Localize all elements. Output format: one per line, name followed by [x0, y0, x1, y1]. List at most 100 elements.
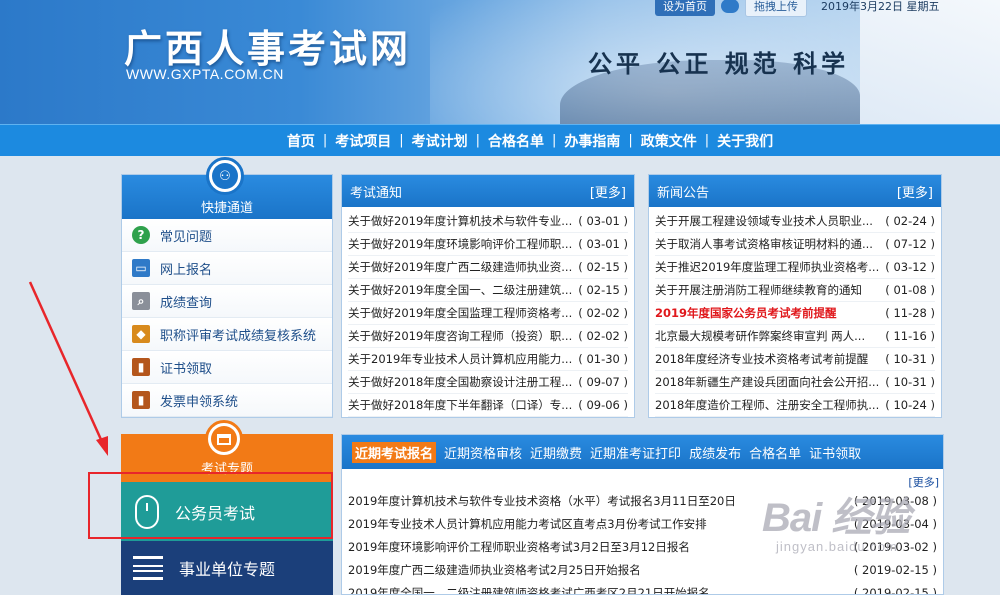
list-item[interactable]: 关于取消人事考试资格审核证明材料的通... ( 07-12 ): [655, 233, 935, 256]
quick-item-label: 职称评审考试成绩复核系统: [160, 328, 317, 344]
list-item[interactable]: 2018年新疆生产建设兵团面向社会公开招... ( 10-31 ): [655, 371, 935, 394]
nav-policy[interactable]: 政策文件: [641, 131, 697, 151]
nav-about[interactable]: 关于我们: [717, 131, 773, 151]
exam-tab-0[interactable]: 近期考试报名: [352, 441, 437, 463]
news-panel: 新闻公告 [更多] 关于开展工程建设领域专业技术人员职业... ( 02-24 )…: [648, 174, 942, 418]
drag-upload-button[interactable]: 拖拽上传: [745, 0, 807, 17]
list-item-title: 关于做好2019年度环境影响评价工程师职...: [348, 237, 573, 251]
exam-tab-4[interactable]: 成绩发布: [689, 443, 741, 462]
exam-tab-2[interactable]: 近期缴费: [530, 443, 582, 462]
site-slogan: 公平 公正 规范 科学: [588, 49, 850, 78]
shield-icon: ◆: [132, 325, 150, 343]
exam-notices-panel: 考试通知 [更多] 关于做好2019年度计算机技术与软件专业... ( 03-01…: [341, 174, 635, 418]
question-icon: ?: [132, 226, 150, 244]
list-item-title: 关于推迟2019年度监理工程师执业资格考...: [655, 260, 880, 274]
site-url: WWW.GXPTA.COM.CN: [126, 66, 284, 82]
magnifier-icon: ⌕: [132, 292, 150, 310]
list-item[interactable]: 关于做好2019年度广西二级建造师执业资... ( 02-15 ): [348, 256, 628, 279]
exam-item-title: 2019年度环境影响评价工程师职业资格考试3月2日至3月12日报名: [348, 539, 690, 554]
list-item-date: ( 07-12 ): [885, 237, 935, 251]
list-item-date: ( 02-24 ): [885, 214, 935, 228]
list-item-date: ( 02-02 ): [578, 306, 628, 320]
list-item-title: 关于做好2019年度全国一、二级注册建筑...: [348, 283, 573, 297]
list-item-title: 关于2019年专业技术人员计算机应用能力...: [348, 352, 573, 366]
list-item-title: 关于做好2019年度咨询工程师（投资）职...: [348, 329, 573, 343]
list-item-title: 关于取消人事考试资格审核证明材料的通...: [655, 237, 873, 251]
cloud-upload-icon: [721, 0, 739, 13]
book-icon: ▮: [132, 391, 150, 409]
list-item[interactable]: 2019年度国家公务员考试考前提醒 ( 11-28 ): [655, 302, 935, 325]
nav-home[interactable]: 首页: [287, 131, 315, 151]
exam-item-title: 2019年专业技术人员计算机应用能力考试区直考点3月份考试工作安排: [348, 516, 707, 531]
list-item-date: ( 02-15 ): [578, 283, 628, 297]
list-item-title: 关于开展工程建设领域专业技术人员职业...: [655, 214, 873, 228]
nav-guide[interactable]: 办事指南: [564, 131, 620, 151]
quick-item-label: 常见问题: [160, 229, 213, 245]
list-item-date: ( 11-16 ): [885, 329, 935, 343]
list-item-date: ( 01-08 ): [885, 283, 935, 297]
exam-notices-more-link[interactable]: [更多]: [590, 182, 626, 201]
list-item[interactable]: 关于做好2019年度全国一、二级注册建筑... ( 02-15 ): [348, 279, 628, 302]
nav-qualified-list[interactable]: 合格名单: [488, 131, 544, 151]
exam-item-date: ( 2019-02-15 ): [853, 562, 937, 577]
exam-tab-1[interactable]: 近期资格审核: [444, 443, 522, 462]
exam-list-item[interactable]: 2019年度广西二级建造师执业资格考试2月25日开始报名 ( 2019-02-15…: [342, 558, 943, 581]
main-nav: 首页 | 考试项目 | 考试计划 | 合格名单 | 办事指南 | 政策文件 | …: [0, 124, 1000, 156]
nav-exam-items[interactable]: 考试项目: [335, 131, 391, 151]
list-item-date: ( 03-12 ): [885, 260, 935, 274]
exam-item-date: ( 2019-02-15 ): [853, 585, 937, 595]
quick-item-1[interactable]: ▭ 网上报名: [122, 252, 332, 285]
list-item[interactable]: 2018年度造价工程师、注册安全工程师执... ( 10-24 ): [655, 394, 935, 417]
list-item-title: 2018年度造价工程师、注册安全工程师执...: [655, 398, 880, 412]
list-item[interactable]: 2018年度经济专业技术资格考试考前提醒 ( 10-31 ): [655, 348, 935, 371]
quick-channel-title: 快捷通道: [200, 201, 253, 216]
exam-tab-5[interactable]: 合格名单: [749, 443, 801, 462]
site-header: 广西人事考试网 WWW.GXPTA.COM.CN 公平 公正 规范 科学 设为首…: [0, 0, 1000, 124]
quick-item-4[interactable]: ▮ 证书领取: [122, 351, 332, 384]
recent-exams-tabs: 近期考试报名 近期资格审核 近期缴费 近期准考证打印 成绩发布 合格名单 证书领取: [342, 435, 943, 469]
list-item-title: 关于开展注册消防工程师继续教育的通知: [655, 283, 862, 297]
list-item[interactable]: 北京最大规模考研作弊案终审宣判 两人... ( 11-16 ): [655, 325, 935, 348]
list-item[interactable]: 关于做好2019年度计算机技术与软件专业... ( 03-01 ): [348, 210, 628, 233]
annotation-highlight-box: [88, 472, 333, 539]
quick-item-0[interactable]: ? 常见问题: [122, 219, 332, 252]
list-item[interactable]: 关于做好2018年度下半年翻译（口译）专... ( 09-06 ): [348, 394, 628, 417]
list-item[interactable]: 关于做好2019年度环境影响评价工程师职... ( 03-01 ): [348, 233, 628, 256]
exam-item-title: 2019年度计算机技术与软件专业技术资格（水平）考试报名3月11日至20日: [348, 493, 736, 508]
quick-channel-panel: ⚇ 快捷通道 ? 常见问题 ▭ 网上报名 ⌕ 成绩查询 ◆ 职称评审考试成绩复核系统 ▮ 证书领取…: [121, 157, 333, 418]
exam-list-item[interactable]: 2019年度全国一、二级注册建筑师资格考试广西考区2月21日开始报名 ( 2019…: [342, 581, 943, 595]
list-item[interactable]: 关于2019年专业技术人员计算机应用能力... ( 01-30 ): [348, 348, 628, 371]
list-item[interactable]: 关于做好2019年度全国监理工程师资格考... ( 02-02 ): [348, 302, 628, 325]
quick-item-2[interactable]: ⌕ 成绩查询: [122, 285, 332, 318]
list-item-date: ( 03-01 ): [578, 237, 628, 251]
exam-tab-3[interactable]: 近期准考证打印: [590, 443, 681, 462]
quick-item-label: 成绩查询: [160, 295, 213, 311]
list-item-title: 关于做好2018年度下半年翻译（口译）专...: [348, 398, 573, 412]
quick-item-5[interactable]: ▮ 发票申领系统: [122, 384, 332, 417]
list-item-date: ( 10-31 ): [885, 352, 935, 366]
news-more-link[interactable]: [更多]: [897, 182, 933, 201]
list-item[interactable]: 关于做好2018年度全国勘察设计注册工程... ( 09-07 ): [348, 371, 628, 394]
current-date: 2019年3月22日 星期五: [821, 0, 940, 13]
people-icon: ⚇: [206, 157, 244, 195]
nav-exam-plan[interactable]: 考试计划: [412, 131, 468, 151]
list-item-title: 关于做好2019年度广西二级建造师执业资...: [348, 260, 573, 274]
list-item[interactable]: 关于开展工程建设领域专业技术人员职业... ( 02-24 ): [655, 210, 935, 233]
baidu-watermark: Bai 经验 jingyan.baidu.com: [762, 496, 910, 554]
list-item-date: ( 01-30 ): [578, 352, 628, 366]
exam-tab-6[interactable]: 证书领取: [809, 443, 861, 462]
exam-notices-title: 考试通知: [350, 185, 403, 201]
list-item-title: 2018年新疆生产建设兵团面向社会公开招...: [655, 375, 880, 389]
list-item[interactable]: 关于推迟2019年度监理工程师执业资格考... ( 03-12 ): [655, 256, 935, 279]
top-links: 设为首页 拖拽上传 2019年3月22日 星期五: [655, 0, 940, 17]
list-item[interactable]: 关于做好2019年度咨询工程师（投资）职... ( 02-02 ): [348, 325, 628, 348]
news-title: 新闻公告: [657, 185, 710, 201]
topic-public-institution[interactable]: 事业单位专题: [121, 541, 333, 595]
set-homepage-link[interactable]: 设为首页: [655, 0, 715, 16]
monitor-icon: ▭: [132, 259, 150, 277]
list-icon: [133, 556, 163, 580]
quick-item-3[interactable]: ◆ 职称评审考试成绩复核系统: [122, 318, 332, 351]
list-item[interactable]: 关于开展注册消防工程师继续教育的通知 ( 01-08 ): [655, 279, 935, 302]
list-item-title: 关于做好2019年度全国监理工程师资格考...: [348, 306, 573, 320]
book-icon: ▮: [132, 358, 150, 376]
